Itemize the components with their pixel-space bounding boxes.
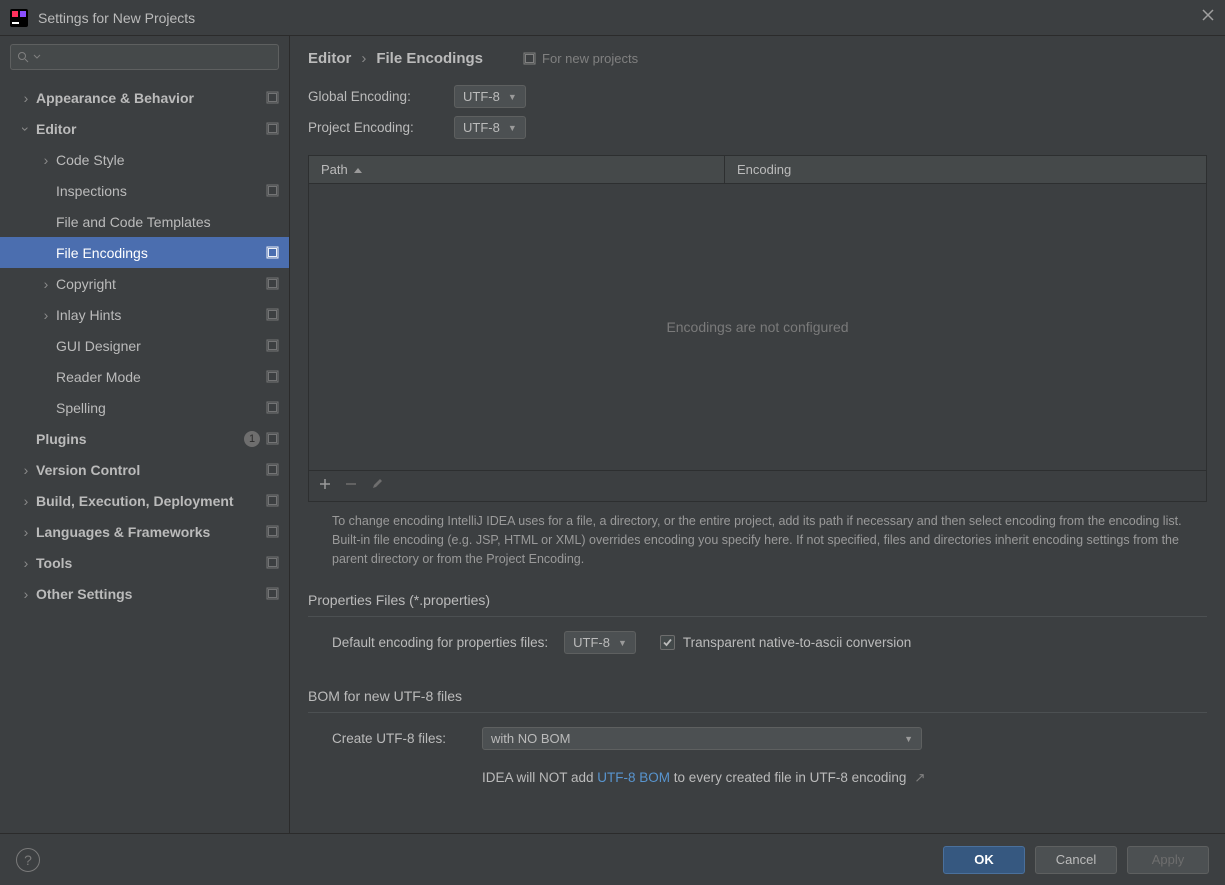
breadcrumb: Editor › File Encodings For new projects bbox=[308, 50, 1207, 67]
create-utf8-label: Create UTF-8 files: bbox=[332, 731, 482, 746]
table-toolbar bbox=[308, 471, 1207, 502]
tree-item-inspections[interactable]: Inspections bbox=[0, 175, 289, 206]
properties-section-title: Properties Files (*.properties) bbox=[308, 592, 1207, 608]
scope-icon bbox=[266, 494, 279, 507]
ok-button[interactable]: OK bbox=[943, 846, 1025, 874]
tree-item-gui-designer[interactable]: GUI Designer bbox=[0, 330, 289, 361]
tree-item-appearance-behavior[interactable]: ›Appearance & Behavior bbox=[0, 82, 289, 113]
tree-item-build-execution-deployment[interactable]: ›Build, Execution, Deployment bbox=[0, 485, 289, 516]
app-logo-icon bbox=[10, 9, 28, 27]
project-encoding-combo[interactable]: UTF-8▼ bbox=[454, 116, 526, 139]
chevron-down-icon: ▼ bbox=[508, 123, 517, 133]
tree-item-inlay-hints[interactable]: ›Inlay Hints bbox=[0, 299, 289, 330]
chevron-down-icon: ▼ bbox=[904, 734, 913, 744]
divider bbox=[308, 712, 1207, 713]
close-button[interactable] bbox=[1201, 8, 1215, 27]
scope-icon bbox=[266, 556, 279, 569]
tree-item-editor[interactable]: ›Editor bbox=[0, 113, 289, 144]
transparent-native-ascii-label: Transparent native-to-ascii conversion bbox=[683, 635, 911, 650]
remove-button[interactable] bbox=[345, 477, 357, 495]
encodings-table: Path Encoding Encodings are not configur… bbox=[308, 155, 1207, 471]
tree-item-reader-mode[interactable]: Reader Mode bbox=[0, 361, 289, 392]
settings-tree: ›Appearance & Behavior ›Editor ›Code Sty… bbox=[0, 78, 289, 833]
apply-button[interactable]: Apply bbox=[1127, 846, 1209, 874]
transparent-native-ascii-checkbox[interactable] bbox=[660, 635, 675, 650]
bom-section-title: BOM for new UTF-8 files bbox=[308, 688, 1207, 704]
scope-icon bbox=[266, 246, 279, 259]
tree-item-other-settings[interactable]: ›Other Settings bbox=[0, 578, 289, 609]
scope-icon bbox=[266, 525, 279, 538]
scope-icon bbox=[266, 370, 279, 383]
scope-icon bbox=[266, 339, 279, 352]
chevron-down-icon bbox=[33, 53, 41, 61]
breadcrumb-editor: Editor bbox=[308, 50, 351, 67]
scope-icon bbox=[523, 52, 536, 65]
project-encoding-label: Project Encoding: bbox=[308, 120, 454, 135]
table-empty-text: Encodings are not configured bbox=[309, 184, 1206, 470]
global-encoding-combo[interactable]: UTF-8▼ bbox=[454, 85, 526, 108]
settings-main: Editor › File Encodings For new projects… bbox=[290, 36, 1225, 833]
scope-icon bbox=[266, 432, 279, 445]
tree-item-spelling[interactable]: Spelling bbox=[0, 392, 289, 423]
help-button[interactable]: ? bbox=[16, 848, 40, 872]
for-new-projects-hint: For new projects bbox=[523, 51, 638, 66]
column-encoding[interactable]: Encoding bbox=[725, 156, 1206, 183]
tree-item-file-code-templates[interactable]: File and Code Templates bbox=[0, 206, 289, 237]
titlebar: Settings for New Projects bbox=[0, 0, 1225, 36]
tree-item-version-control[interactable]: ›Version Control bbox=[0, 454, 289, 485]
chevron-down-icon: ▼ bbox=[618, 638, 627, 648]
scope-icon bbox=[266, 401, 279, 414]
scope-icon bbox=[266, 277, 279, 290]
pencil-icon bbox=[371, 478, 383, 490]
scope-icon bbox=[266, 91, 279, 104]
search-input[interactable] bbox=[10, 44, 279, 70]
search-icon bbox=[17, 51, 29, 63]
create-utf8-combo[interactable]: with NO BOM▼ bbox=[482, 727, 922, 750]
properties-encoding-combo[interactable]: UTF-8▼ bbox=[564, 631, 636, 654]
edit-button[interactable] bbox=[371, 477, 383, 495]
utf8-bom-link[interactable]: UTF-8 BOM bbox=[597, 770, 670, 785]
bom-info-text: IDEA will NOT add UTF-8 BOM to every cre… bbox=[308, 770, 1207, 786]
window-title: Settings for New Projects bbox=[38, 10, 195, 26]
scope-icon bbox=[266, 463, 279, 476]
close-icon bbox=[1201, 8, 1215, 22]
scope-icon bbox=[266, 184, 279, 197]
global-encoding-label: Global Encoding: bbox=[308, 89, 454, 104]
breadcrumb-separator: › bbox=[361, 50, 366, 67]
minus-icon bbox=[345, 478, 357, 490]
scope-icon bbox=[266, 308, 279, 321]
check-icon bbox=[662, 637, 673, 648]
table-header: Path Encoding bbox=[309, 156, 1206, 184]
plugin-update-badge: 1 bbox=[244, 431, 260, 447]
scope-icon bbox=[266, 587, 279, 600]
external-link-icon: ↗ bbox=[914, 770, 925, 785]
divider bbox=[308, 616, 1207, 617]
add-button[interactable] bbox=[319, 477, 331, 495]
dialog-footer: ? OK Cancel Apply bbox=[0, 833, 1225, 885]
properties-encoding-label: Default encoding for properties files: bbox=[332, 635, 548, 650]
chevron-down-icon: ▼ bbox=[508, 92, 517, 102]
tree-item-copyright[interactable]: ›Copyright bbox=[0, 268, 289, 299]
tree-item-plugins[interactable]: Plugins 1 bbox=[0, 423, 289, 454]
column-path[interactable]: Path bbox=[309, 156, 725, 183]
tree-item-tools[interactable]: ›Tools bbox=[0, 547, 289, 578]
tree-item-languages-frameworks[interactable]: ›Languages & Frameworks bbox=[0, 516, 289, 547]
scope-icon bbox=[266, 122, 279, 135]
cancel-button[interactable]: Cancel bbox=[1035, 846, 1117, 874]
settings-sidebar: ›Appearance & Behavior ›Editor ›Code Sty… bbox=[0, 36, 290, 833]
tree-item-file-encodings[interactable]: File Encodings bbox=[0, 237, 289, 268]
breadcrumb-file-encodings: File Encodings bbox=[376, 50, 483, 67]
encoding-description: To change encoding IntelliJ IDEA uses fo… bbox=[308, 502, 1207, 586]
tree-item-code-style[interactable]: ›Code Style bbox=[0, 144, 289, 175]
plus-icon bbox=[319, 478, 331, 490]
